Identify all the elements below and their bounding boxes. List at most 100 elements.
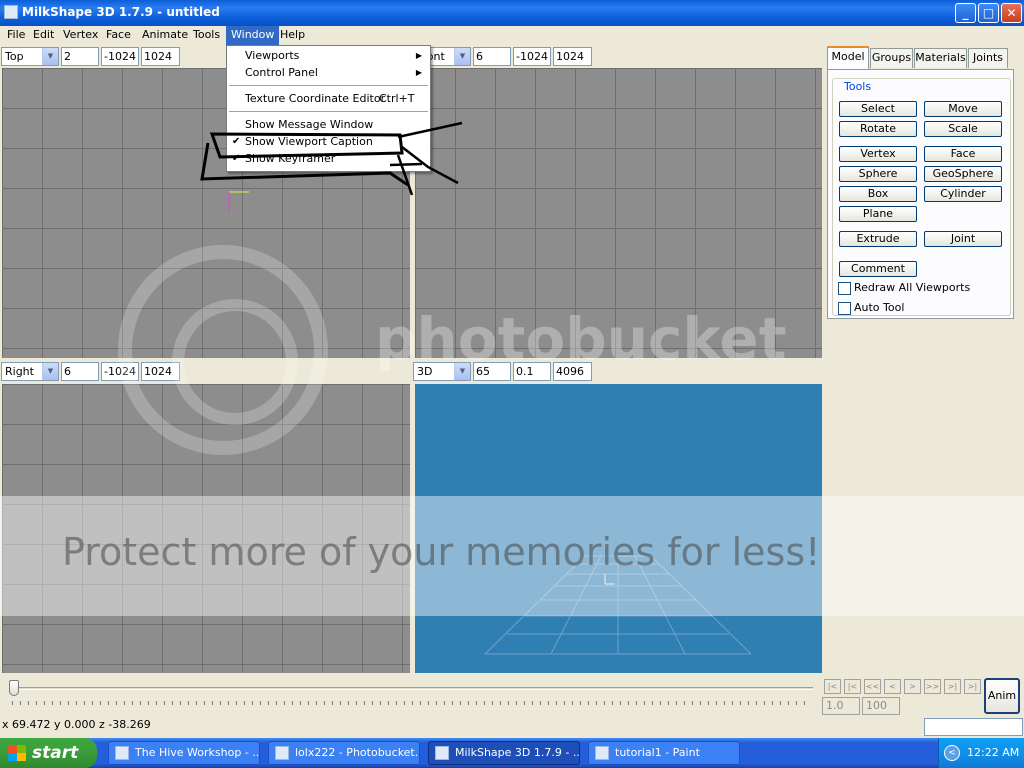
- tools-group-label: Tools: [842, 80, 874, 93]
- move-button[interactable]: Move: [924, 101, 1002, 117]
- select-button[interactable]: Select: [839, 101, 917, 117]
- first-frame-button[interactable]: |<: [824, 679, 841, 694]
- viewport-right[interactable]: [2, 384, 410, 673]
- task-label: lolx222 - Photobucket...: [295, 746, 420, 759]
- last-frame-button[interactable]: >|: [964, 679, 981, 694]
- fast-forward-button[interactable]: >>: [924, 679, 941, 694]
- geosphere-button[interactable]: GeoSphere: [924, 166, 1002, 182]
- view-select[interactable]: 3D ▼: [413, 362, 471, 381]
- total-frames-field[interactable]: 100: [862, 697, 900, 715]
- submenu-arrow-icon: ▶: [415, 68, 422, 77]
- viewport-header-3d: 3D ▼ 65 0.1 4096: [413, 360, 823, 382]
- next-key-button[interactable]: >|: [944, 679, 961, 694]
- extrude-button[interactable]: Extrude: [839, 231, 917, 247]
- cylinder-button[interactable]: Cylinder: [924, 186, 1002, 202]
- task-label: The Hive Workshop - ...: [135, 746, 260, 759]
- annotation-scribble: [200, 121, 463, 196]
- menu-item-control-panel[interactable]: Control Panel ▶: [227, 65, 430, 82]
- auto-tool-checkbox[interactable]: [838, 302, 851, 315]
- menu-tools[interactable]: Tools: [188, 26, 225, 45]
- close-button[interactable]: ✕: [1001, 3, 1022, 23]
- maximize-button[interactable]: □: [978, 3, 999, 23]
- auto-tool-label: Auto Tool: [854, 301, 905, 314]
- viewport-field-3[interactable]: 1024: [141, 47, 180, 66]
- tab-model[interactable]: Model: [827, 46, 869, 69]
- viewport-field-3[interactable]: 4096: [553, 362, 592, 381]
- task-label: tutorial1 - Paint: [615, 746, 700, 759]
- menu-file[interactable]: File: [2, 26, 30, 45]
- tab-joints[interactable]: Joints: [968, 48, 1008, 68]
- viewport-3d[interactable]: [415, 384, 822, 673]
- viewport-field-2[interactable]: -1024: [101, 47, 139, 66]
- view-select-value: Right: [5, 365, 34, 378]
- anim-button[interactable]: Anim: [984, 678, 1020, 714]
- menu-item-viewports[interactable]: Viewports ▶: [227, 48, 430, 65]
- timeline-ticks: [12, 701, 812, 705]
- view-select[interactable]: Top ▼: [1, 47, 59, 66]
- chevron-down-icon: ▼: [42, 363, 58, 380]
- chevron-down-icon: ▼: [454, 363, 470, 380]
- sphere-button[interactable]: Sphere: [839, 166, 917, 182]
- vertex-button[interactable]: Vertex: [839, 146, 917, 162]
- paint-icon: [595, 746, 609, 760]
- scale-button[interactable]: Scale: [924, 121, 1002, 137]
- tab-body-model: Tools Select Move Rotate Scale Vertex Fa…: [827, 69, 1014, 319]
- start-button[interactable]: start: [0, 738, 97, 768]
- menu-edit[interactable]: Edit: [28, 26, 59, 45]
- next-frame-button[interactable]: >: [904, 679, 921, 694]
- menu-item-label: Viewports: [245, 49, 300, 62]
- timeline-slider-track[interactable]: [10, 687, 813, 690]
- system-tray: < 12:22 AM: [938, 738, 1024, 768]
- taskbar-item-hive-workshop[interactable]: The Hive Workshop - ...: [108, 741, 260, 765]
- viewport-field-2[interactable]: -1024: [101, 362, 139, 381]
- taskbar-item-milkshape[interactable]: MilkShape 3D 1.7.9 - ...: [428, 741, 580, 765]
- menu-help[interactable]: Help: [275, 26, 310, 45]
- box-button[interactable]: Box: [839, 186, 917, 202]
- minimize-button[interactable]: _: [955, 3, 976, 23]
- taskbar-item-photobucket[interactable]: lolx222 - Photobucket...: [268, 741, 420, 765]
- current-frame-field[interactable]: 1.0: [822, 697, 860, 715]
- chevron-down-icon: ▼: [454, 48, 470, 65]
- tab-groups[interactable]: Groups: [870, 48, 913, 68]
- viewport-field-1[interactable]: 6: [473, 47, 511, 66]
- prev-key-button[interactable]: |<: [844, 679, 861, 694]
- tray-expand-icon[interactable]: <: [944, 745, 960, 761]
- prev-frame-button[interactable]: <: [884, 679, 901, 694]
- keyframer: |< |< << < > >> >| >| 1.0 100 Anim: [0, 675, 1024, 717]
- menu-separator: [229, 85, 428, 86]
- status-bar: x 69.472 y 0.000 z -38.269: [0, 717, 1024, 738]
- status-box: [924, 718, 1023, 736]
- viewport-header-right: Right ▼ 6 -1024 1024: [0, 360, 410, 382]
- menu-item-texture-coordinate-editor[interactable]: Texture Coordinate Editor Ctrl+T: [227, 91, 430, 108]
- menu-face[interactable]: Face: [101, 26, 136, 45]
- viewport-field-2[interactable]: -1024: [513, 47, 551, 66]
- joint-button[interactable]: Joint: [924, 231, 1002, 247]
- view-select-value: Top: [5, 50, 24, 63]
- menu-animate[interactable]: Animate: [137, 26, 193, 45]
- viewport-field-3[interactable]: 1024: [141, 362, 180, 381]
- viewport-field-1[interactable]: 6: [61, 362, 99, 381]
- view-select[interactable]: Right ▼: [1, 362, 59, 381]
- timeline-slider-thumb[interactable]: [9, 680, 19, 696]
- menu-vertex[interactable]: Vertex: [58, 26, 103, 45]
- viewport-field-3[interactable]: 1024: [553, 47, 592, 66]
- plane-button[interactable]: Plane: [839, 206, 917, 222]
- perspective-grid: [484, 555, 752, 655]
- viewport-front[interactable]: [415, 68, 822, 358]
- rewind-button[interactable]: <<: [864, 679, 881, 694]
- viewport-field-1[interactable]: 65: [473, 362, 511, 381]
- tab-materials[interactable]: Materials: [914, 48, 967, 68]
- viewport-header-front: Front ▼ 6 -1024 1024: [413, 45, 823, 67]
- comment-button[interactable]: Comment: [839, 261, 917, 277]
- title-bar: MilkShape 3D 1.7.9 - untitled _ □ ✕: [0, 0, 1024, 26]
- redraw-all-viewports-checkbox[interactable]: [838, 282, 851, 295]
- taskbar-item-paint[interactable]: tutorial1 - Paint: [588, 741, 740, 765]
- viewport-field-2[interactable]: 0.1: [513, 362, 551, 381]
- face-button[interactable]: Face: [924, 146, 1002, 162]
- viewport-field-1[interactable]: 2: [61, 47, 99, 66]
- menu-window[interactable]: Window: [226, 26, 280, 45]
- tools-group: Tools Select Move Rotate Scale Vertex Fa…: [832, 78, 1011, 316]
- view-select-value: 3D: [417, 365, 433, 378]
- browser-icon: [275, 746, 289, 760]
- rotate-button[interactable]: Rotate: [839, 121, 917, 137]
